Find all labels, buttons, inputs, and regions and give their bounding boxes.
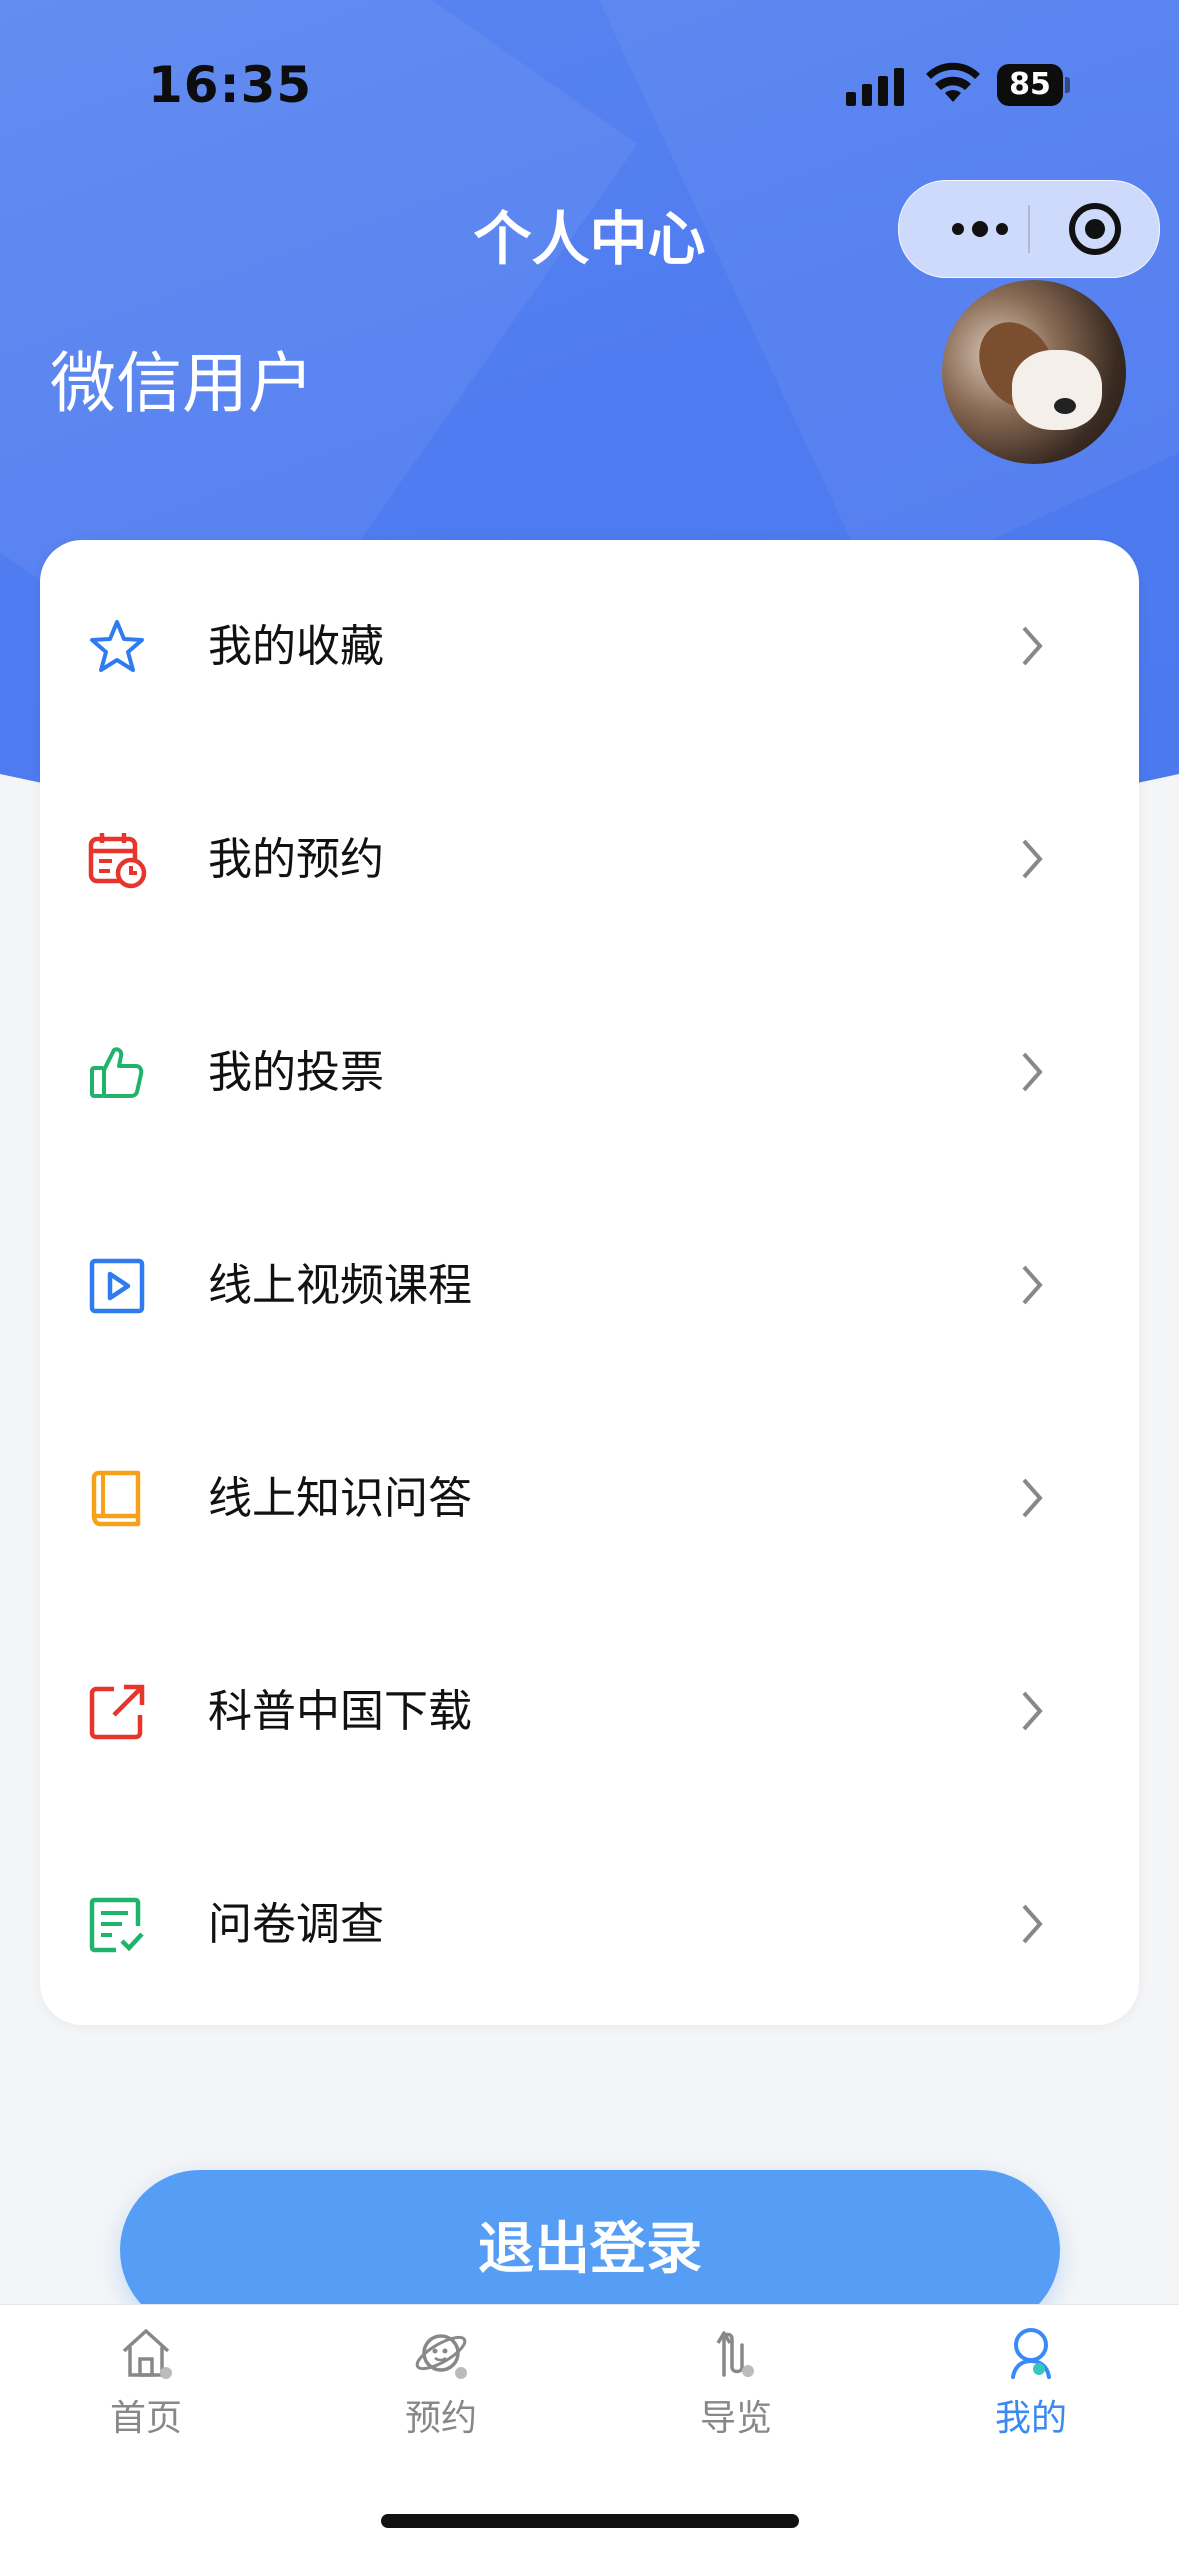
chevron-right-icon	[1022, 1265, 1043, 1305]
thumbs-up-icon	[90, 1047, 144, 1098]
menu-item-knowledge-qa[interactable]: 线上知识问答	[40, 1392, 1139, 1605]
chevron-right-icon	[1022, 626, 1043, 666]
planet-icon	[415, 2334, 467, 2379]
chevron-right-icon	[1022, 1904, 1043, 1944]
tab-label: 导览	[699, 2398, 772, 2439]
tab-reserve[interactable]: 预约	[341, 2323, 541, 2441]
book-icon	[91, 1470, 141, 1527]
chevron-right-icon	[1022, 1052, 1043, 1092]
menu-item-label: 线上视频课程	[208, 1260, 472, 1311]
wifi-icon	[926, 62, 980, 102]
status-time: 16:35	[148, 56, 313, 114]
user-icon	[1011, 2328, 1051, 2379]
menu-item-download[interactable]: 科普中国下载	[40, 1605, 1139, 1818]
calendar-clock-icon	[88, 833, 147, 889]
route-icon	[716, 2331, 754, 2377]
menu-item-votes[interactable]: 我的投票	[40, 966, 1139, 1179]
menu-item-label: 我的投票	[208, 1047, 384, 1098]
user-name: 微信用户	[50, 345, 314, 422]
menu-item-favorites[interactable]: 我的收藏	[40, 540, 1139, 753]
menu-item-survey[interactable]: 问卷调查	[40, 1818, 1139, 2031]
external-link-icon	[89, 1684, 145, 1740]
menu-item-label: 我的收藏	[208, 621, 384, 672]
home-indicator[interactable]	[381, 2514, 799, 2528]
capsule-divider	[1028, 205, 1030, 253]
close-miniprogram-button[interactable]	[1067, 201, 1123, 257]
menu-item-label: 科普中国下载	[208, 1686, 472, 1737]
tab-label: 预约	[404, 2398, 477, 2439]
battery-icon: 85	[997, 64, 1070, 106]
survey-check-icon	[89, 1897, 144, 1953]
menu-item-label: 问卷调查	[208, 1899, 384, 1950]
home-icon	[122, 2329, 172, 2379]
video-play-icon	[89, 1258, 145, 1314]
star-icon	[90, 620, 144, 672]
avatar[interactable]	[942, 280, 1126, 464]
tab-mine[interactable]: 我的	[931, 2323, 1131, 2441]
menu-item-video-courses[interactable]: 线上视频课程	[40, 1179, 1139, 1392]
chevron-right-icon	[1022, 1478, 1043, 1518]
chevron-right-icon	[1022, 1691, 1043, 1731]
tab-guide[interactable]: 导览	[636, 2323, 836, 2441]
chevron-right-icon	[1022, 839, 1043, 879]
menu-card: 我的收藏 我的预约 我的投票 线上视频课程 线上知识问答 科普中国下载 问卷调查	[40, 540, 1139, 2025]
miniprogram-capsule	[898, 180, 1160, 278]
tab-label: 首页	[109, 2398, 182, 2439]
tab-home[interactable]: 首页	[46, 2323, 246, 2441]
menu-item-label: 线上知识问答	[208, 1473, 472, 1524]
tab-label: 我的	[994, 2398, 1067, 2439]
cellular-signal-icon	[846, 68, 906, 106]
menu-item-reservations[interactable]: 我的预约	[40, 753, 1139, 966]
more-options-button[interactable]	[935, 211, 1025, 247]
battery-level: 85	[1009, 67, 1051, 102]
menu-item-label: 我的预约	[208, 834, 384, 885]
